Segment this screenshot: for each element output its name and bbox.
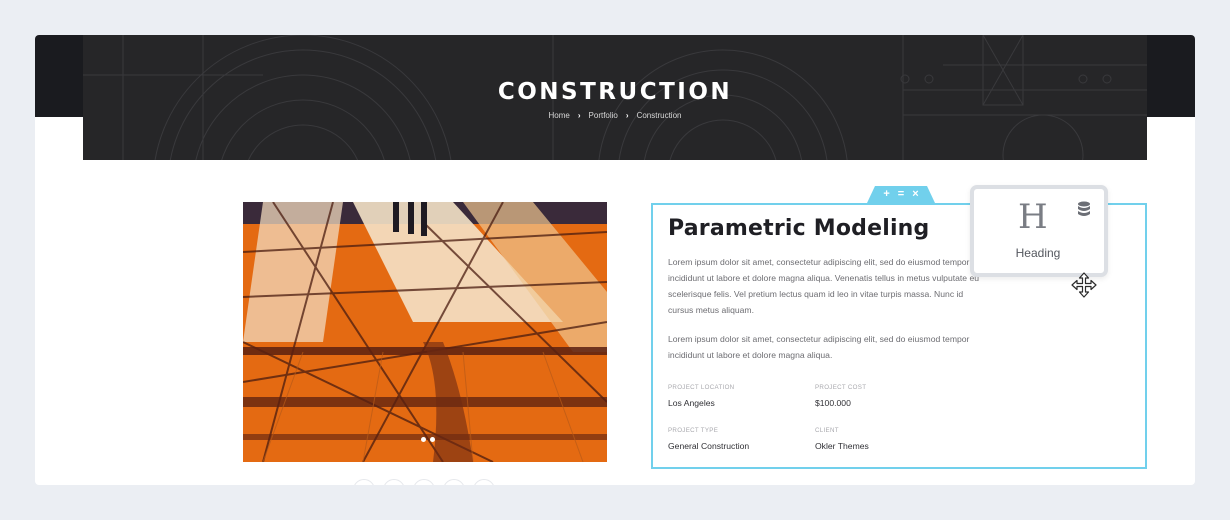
remove-section-button[interactable]: × bbox=[912, 187, 918, 202]
page-banner: CONSTRUCTION Home › Portfolio › Construction bbox=[83, 35, 1147, 160]
database-icon bbox=[1078, 201, 1090, 216]
project-image bbox=[243, 202, 607, 462]
move-cursor-icon bbox=[1071, 272, 1097, 298]
breadcrumb-portfolio[interactable]: Portfolio bbox=[589, 111, 618, 120]
detail-label: PROJECT LOCATION bbox=[668, 384, 735, 391]
breadcrumb-current: Construction bbox=[636, 111, 682, 120]
heading-icon: H bbox=[1018, 197, 1048, 237]
detail-value: Los Angeles bbox=[668, 398, 715, 408]
detail-value: Okler Themes bbox=[815, 441, 869, 451]
page-frame: CONSTRUCTION Home › Portfolio › Construction bbox=[35, 35, 1195, 485]
detail-value: $100.000 bbox=[815, 398, 851, 408]
detail-label: PROJECT COST bbox=[815, 384, 867, 391]
project-photo bbox=[243, 202, 607, 462]
carousel-dot[interactable] bbox=[421, 437, 426, 442]
breadcrumb: Home › Portfolio › Construction bbox=[83, 111, 1147, 120]
circle-button[interactable] bbox=[383, 479, 405, 485]
section-paragraph[interactable]: Lorem ipsum dolor sit amet, consectetur … bbox=[668, 331, 988, 363]
circle-button[interactable] bbox=[443, 479, 465, 485]
detail-value: General Construction bbox=[668, 441, 750, 451]
heading-widget-card[interactable]: H Heading bbox=[970, 185, 1108, 277]
detail-label: CLIENT bbox=[815, 427, 839, 434]
page-title: CONSTRUCTION bbox=[497, 79, 733, 105]
section-handle: + = × bbox=[867, 186, 935, 203]
handle-controls: + = × bbox=[867, 187, 935, 202]
add-section-button[interactable]: + bbox=[883, 187, 889, 202]
chevron-right-icon: › bbox=[577, 111, 581, 120]
breadcrumb-home[interactable]: Home bbox=[549, 111, 570, 120]
section-paragraph[interactable]: Lorem ipsum dolor sit amet, consectetur … bbox=[668, 254, 988, 318]
circle-button[interactable] bbox=[353, 479, 375, 485]
widget-label: Heading bbox=[1015, 246, 1061, 260]
section-heading[interactable]: Parametric Modeling bbox=[668, 216, 930, 241]
drag-section-button[interactable]: = bbox=[898, 187, 904, 202]
circle-button[interactable] bbox=[413, 479, 435, 485]
chevron-right-icon: › bbox=[625, 111, 629, 120]
circle-button[interactable] bbox=[473, 479, 495, 485]
carousel-dot[interactable] bbox=[430, 437, 435, 442]
share-circles bbox=[353, 479, 495, 485]
detail-label: PROJECT TYPE bbox=[668, 427, 719, 434]
carousel-dots bbox=[421, 437, 435, 442]
